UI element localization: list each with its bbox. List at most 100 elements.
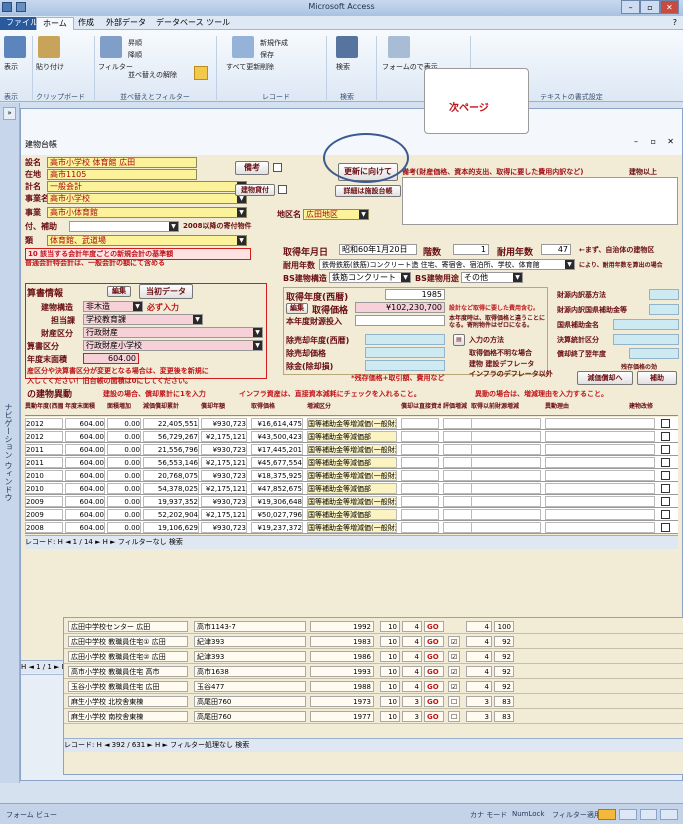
cell-year[interactable]: 2009 — [25, 496, 63, 507]
delete-record-button[interactable]: 削除 — [260, 62, 274, 72]
dropdown-arrow-icon[interactable]: ▼ — [565, 260, 574, 269]
cell-nengaku[interactable]: ¥2,175,121 — [201, 483, 247, 494]
dropdown-arrow-icon[interactable]: ▼ — [237, 208, 246, 217]
list-item[interactable]: 広田小学校 教職員住宅② 広田 紀津393 1986 10 4 GO 4 92 ☑ — [64, 649, 683, 664]
cell-empty[interactable] — [401, 418, 439, 429]
cell-year[interactable]: 2011 — [25, 444, 63, 455]
grid-row[interactable]: 2009 604.00 0.00 52,202,904 ¥2,175,121 ¥50,02… — [25, 508, 678, 521]
cell-empty[interactable] — [471, 431, 541, 442]
hokan-button[interactable]: 補助 — [637, 371, 677, 385]
tab-home[interactable]: ホーム — [36, 17, 74, 30]
grid-row[interactable]: 2011 604.00 0.00 21,556,796 ¥930,723 ¥17,445,… — [25, 443, 678, 456]
cell-empty[interactable] — [471, 457, 541, 468]
grid-row[interactable]: 2010 604.00 0.00 54,378,025 ¥2,175,121 ¥47,85… — [25, 482, 678, 495]
close-icon[interactable]: ✕ — [659, 0, 679, 14]
row-checkbox[interactable] — [661, 497, 670, 506]
tantou-select[interactable]: 学校教育課 ▼ — [83, 314, 203, 325]
list-cell-go[interactable]: GO — [424, 666, 444, 677]
cell-inc[interactable]: 0.00 — [107, 418, 141, 429]
bs-youto-select[interactable]: その他 ▼ — [461, 272, 523, 283]
tab-database-tools[interactable]: データベース ツール — [150, 17, 236, 30]
dropdown-arrow-icon[interactable]: ▼ — [513, 273, 522, 282]
cell-empty[interactable] — [471, 509, 541, 520]
grid-row[interactable]: 2008 604.00 0.00 19,106,629 ¥930,723 ¥19,237,… — [25, 521, 678, 534]
list-checkbox[interactable]: ☑ — [448, 666, 460, 677]
cell-inc[interactable]: 0.00 — [107, 509, 141, 520]
form-restore-icon[interactable]: ▫ — [651, 137, 656, 146]
cell-kubun[interactable]: 国等補助金等減価部 — [307, 457, 397, 468]
cell-nengaku[interactable]: ¥930,723 — [201, 522, 247, 533]
zaisan-kubun-select[interactable]: 行政財産 ▼ — [83, 327, 263, 338]
cell-empty[interactable] — [401, 444, 439, 455]
cell-area[interactable]: 604.00 — [65, 483, 105, 494]
bikou-checkbox[interactable] — [273, 163, 282, 172]
row-checkbox[interactable] — [661, 471, 670, 480]
field-shurui[interactable]: 体育館、武道場 ▼ — [47, 235, 247, 246]
list-item[interactable]: 玉谷小学校 教職員住宅 広田 玉谷477 1988 10 4 GO 4 92 ☑ — [64, 679, 683, 694]
list-item[interactable]: 広田中学校センター 広田 高市1143-7 1992 10 4 GO 4 100 — [64, 619, 683, 634]
cell-riyuu[interactable] — [545, 470, 655, 481]
tab-create[interactable]: 作成 — [72, 17, 100, 30]
cell-kubun[interactable]: 国等補助金等増減価(一般財源) — [307, 522, 397, 533]
list-item[interactable]: 高市小学校 教職員住宅 高市 高市1638 1993 10 4 GO 4 92 ☑ — [64, 664, 683, 679]
cell-empty[interactable] — [471, 418, 541, 429]
kokko-mei-value[interactable] — [613, 319, 679, 330]
list-item[interactable]: 麻生小学校 南校舎東棟 高尾田760 1977 10 3 GO 3 83 ☐ — [64, 709, 683, 724]
filter-icon[interactable] — [100, 36, 122, 58]
dropdown-arrow-icon[interactable]: ▼ — [401, 273, 410, 282]
list-checkbox[interactable]: ☑ — [448, 681, 460, 692]
list-cell-go[interactable]: GO — [424, 636, 444, 647]
cell-riyuu[interactable] — [545, 444, 655, 455]
list-cell-go[interactable]: GO — [424, 621, 444, 632]
paste-icon[interactable] — [38, 36, 60, 58]
cell-kubun[interactable]: 国等補助金等減価部 — [307, 431, 397, 442]
touhoku-data-button[interactable]: 当初データ — [139, 284, 193, 299]
grid-record-nav[interactable]: レコード: H ◄ 1 / 14 ► H ► フィルターなし 検索 — [25, 535, 678, 549]
cell-riyuu[interactable] — [545, 431, 655, 442]
cell-nengaku[interactable]: ¥2,175,121 — [201, 431, 247, 442]
list-checkbox[interactable]: ☑ — [448, 651, 460, 662]
list-checkbox[interactable]: ☑ — [448, 636, 460, 647]
form-close-icon[interactable]: ✕ — [667, 137, 674, 146]
expand-icon[interactable]: » — [3, 107, 16, 120]
row-checkbox[interactable] — [661, 432, 670, 441]
cell-empty[interactable] — [401, 509, 439, 520]
paste-button-label[interactable]: 貼り付け — [36, 62, 64, 72]
cell-inc[interactable]: 0.00 — [107, 470, 141, 481]
genka-button[interactable]: 減価償却へ — [577, 371, 633, 385]
cell-kakaku[interactable]: ¥43,500,423 — [251, 431, 303, 442]
shoukyaku-value[interactable] — [629, 348, 679, 359]
bs-kouzou-select[interactable]: 鉄筋コンクリート ▼ — [329, 272, 411, 283]
cell-inc[interactable]: 0.00 — [107, 522, 141, 533]
cell-ruikei[interactable]: 20,768,075 — [143, 470, 199, 481]
cell-kakaku[interactable]: ¥45,677,554 — [251, 457, 303, 468]
list-item[interactable]: 麻生小学校 北校舎東棟 高尾田760 1973 10 3 GO 3 83 ☐ — [64, 694, 683, 709]
cell-nengaku[interactable]: ¥930,723 — [201, 496, 247, 507]
dropdown-arrow-icon[interactable]: ▼ — [193, 315, 202, 324]
row-checkbox[interactable] — [661, 510, 670, 519]
shutoku-kakaku-value[interactable]: ¥102,230,700 — [355, 302, 445, 313]
clear-sort-button[interactable]: 並べ替えの解除 — [128, 70, 177, 80]
cell-year[interactable]: 2012 — [25, 418, 63, 429]
refresh-all-icon[interactable] — [232, 36, 254, 58]
cell-empty[interactable] — [471, 496, 541, 507]
cell-area[interactable]: 604.00 — [65, 509, 105, 520]
cell-kubun[interactable]: 国等補助金等減価部 — [307, 483, 397, 494]
cell-area[interactable]: 604.00 — [65, 431, 105, 442]
dropdown-arrow-icon[interactable]: ▼ — [169, 222, 178, 231]
cell-area[interactable]: 604.00 — [65, 470, 105, 481]
restore-icon[interactable]: ▫ — [640, 0, 660, 14]
cell-empty[interactable] — [401, 457, 439, 468]
kenbutsu-kashitsuke-button[interactable]: 建物貸付 — [235, 184, 275, 196]
cell-empty[interactable] — [401, 496, 439, 507]
save-record-button[interactable]: 保存 — [260, 50, 274, 60]
tab-external-data[interactable]: 外部データ — [100, 17, 152, 30]
toggle-filter-icon[interactable] — [194, 66, 208, 80]
cell-inc[interactable]: 0.00 — [107, 444, 141, 455]
list-checkbox[interactable]: ☐ — [448, 711, 460, 722]
cell-inc[interactable]: 0.00 — [107, 483, 141, 494]
form-minimize-icon[interactable]: – — [634, 137, 638, 146]
row-checkbox[interactable] — [661, 484, 670, 493]
cell-area[interactable]: 604.00 — [65, 418, 105, 429]
datasheet-view-icon[interactable] — [618, 809, 637, 820]
